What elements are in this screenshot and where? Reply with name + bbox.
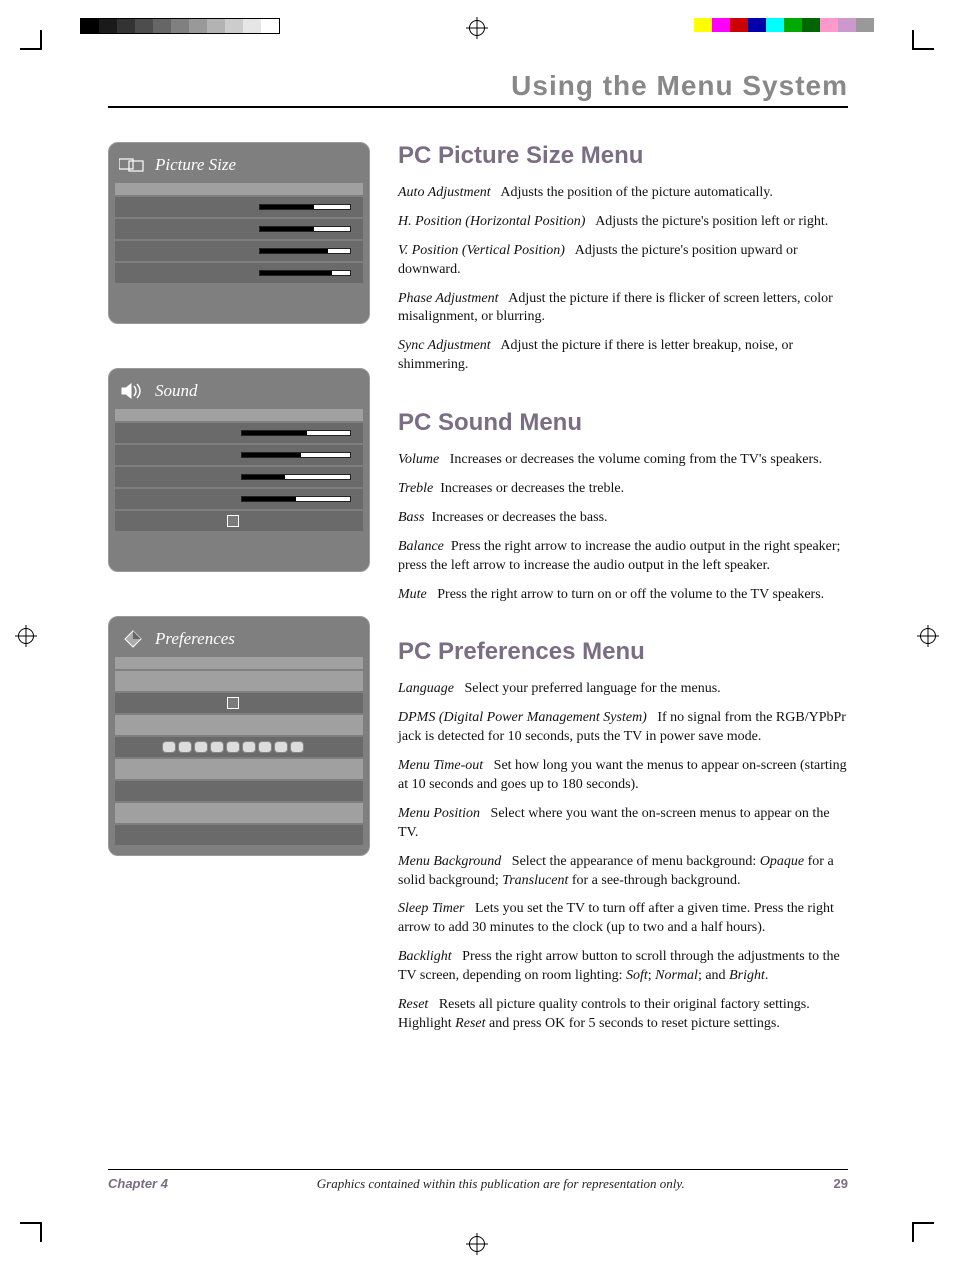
osd-title: Sound — [155, 381, 198, 401]
color-swatches — [694, 18, 874, 32]
definition: Sleep Timer Lets you set the TV to turn … — [398, 900, 848, 938]
definition: Balance Press the right arrow to increas… — [398, 538, 848, 576]
osd-row — [115, 241, 363, 261]
registration-mark — [469, 1236, 485, 1252]
preferences-icon — [119, 630, 147, 648]
section-picture-size: PC Picture Size Menu Auto Adjustment Adj… — [398, 142, 848, 375]
definition: Sync Adjustment Adjust the picture if th… — [398, 337, 848, 375]
crop-mark — [912, 30, 914, 50]
definition: Treble Increases or decreases the treble… — [398, 480, 848, 499]
definition: Menu Position Select where you want the … — [398, 805, 848, 843]
crop-mark — [914, 48, 934, 50]
sound-icon — [119, 382, 147, 400]
definition: Mute Press the right arrow to turn on or… — [398, 586, 848, 605]
osd-row — [115, 489, 363, 509]
section-heading: PC Sound Menu — [398, 409, 848, 437]
osd-row — [115, 511, 363, 531]
page-number: 29 — [834, 1176, 848, 1191]
osd-row — [115, 825, 363, 845]
definition: Language Select your preferred language … — [398, 680, 848, 699]
osd-row — [115, 219, 363, 239]
sidebar: Picture Size Sound — [108, 142, 370, 1068]
section-heading: PC Preferences Menu — [398, 638, 848, 666]
definition: Auto Adjustment Adjusts the position of … — [398, 184, 848, 203]
osd-sound: Sound — [108, 368, 370, 572]
osd-row — [115, 715, 363, 735]
crop-mark — [20, 1222, 40, 1224]
osd-row — [115, 445, 363, 465]
registration-mark — [469, 20, 485, 36]
osd-title: Preferences — [155, 629, 235, 649]
definition: Menu Background Select the appearance of… — [398, 853, 848, 891]
definition: Volume Increases or decreases the volume… — [398, 451, 848, 470]
osd-row — [115, 803, 363, 823]
crop-mark — [40, 1222, 42, 1242]
osd-row — [115, 467, 363, 487]
osd-row — [115, 759, 363, 779]
osd-preferences: Preferences — [108, 616, 370, 856]
section-sound: PC Sound Menu Volume Increases or decrea… — [398, 409, 848, 604]
crop-mark — [40, 30, 42, 50]
osd-row — [115, 693, 363, 713]
osd-picture-size: Picture Size — [108, 142, 370, 324]
definition: Reset Resets all picture quality control… — [398, 996, 848, 1034]
picture-size-icon — [119, 156, 147, 174]
footer-note: Graphics contained within this publicati… — [317, 1176, 685, 1192]
main-content: PC Picture Size Menu Auto Adjustment Adj… — [398, 142, 848, 1068]
registration-mark — [920, 628, 936, 644]
definition: Phase Adjustment Adjust the picture if t… — [398, 290, 848, 328]
page-title: Using the Menu System — [108, 70, 848, 108]
page-footer: Chapter 4 Graphics contained within this… — [108, 1169, 848, 1192]
definition: Bass Increases or decreases the bass. — [398, 509, 848, 528]
osd-row — [115, 671, 363, 691]
crop-mark — [912, 1222, 914, 1242]
definition: DPMS (Digital Power Management System) I… — [398, 709, 848, 747]
definition: Backlight Press the right arrow button t… — [398, 948, 848, 986]
grayscale-swatches — [80, 18, 280, 34]
section-heading: PC Picture Size Menu — [398, 142, 848, 170]
chapter-label: Chapter 4 — [108, 1176, 168, 1191]
registration-mark — [18, 628, 34, 644]
osd-row — [115, 197, 363, 217]
section-preferences: PC Preferences Menu Language Select your… — [398, 638, 848, 1033]
osd-row — [115, 263, 363, 283]
osd-title: Picture Size — [155, 155, 236, 175]
osd-row — [115, 737, 363, 757]
osd-row — [115, 781, 363, 801]
crop-mark — [20, 48, 40, 50]
crop-mark — [914, 1222, 934, 1224]
definition: H. Position (Horizontal Position) Adjust… — [398, 213, 848, 232]
definition: Menu Time-out Set how long you want the … — [398, 757, 848, 795]
osd-row — [115, 423, 363, 443]
definition: V. Position (Vertical Position) Adjusts … — [398, 242, 848, 280]
